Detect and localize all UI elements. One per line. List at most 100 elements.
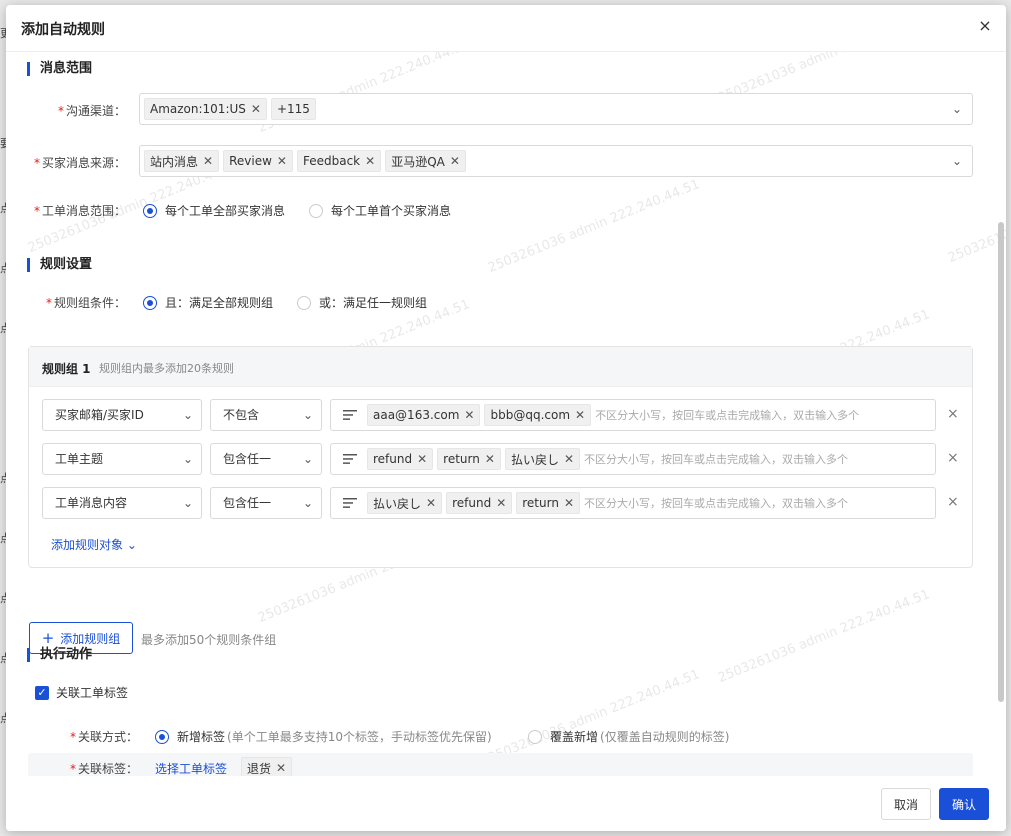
chevron-down-icon: ⌄ bbox=[302, 452, 313, 466]
remove-tag-icon[interactable]: ✕ bbox=[575, 408, 585, 422]
rule-value-input[interactable]: 払い戻し ✕ refund ✕ return ✕ 不区分大小写，按回车或点击完成输入，… bbox=[330, 487, 936, 519]
chevron-down-icon: ⌄ bbox=[182, 452, 193, 466]
radio-and-condition[interactable]: 且：满足全部规则组 bbox=[143, 294, 273, 311]
value-tag: return ✕ bbox=[516, 492, 581, 514]
radio-add-tags[interactable]: 新增标签 (单个工单最多支持10个标签，手动标签优先保留) bbox=[155, 728, 492, 745]
add-group-hint: 最多添加50个规则条件组 bbox=[141, 633, 277, 647]
remove-tag-icon[interactable]: ✕ bbox=[417, 452, 427, 466]
link-tags-label: * 关联标签： bbox=[69, 762, 138, 776]
plus-icon: + bbox=[41, 629, 55, 647]
remove-tag-icon[interactable]: ✕ bbox=[564, 496, 574, 510]
rule-operator-select[interactable]: 包含任一 ⌄ bbox=[210, 443, 322, 475]
value-tag: refund ✕ bbox=[367, 448, 434, 470]
radio-dot bbox=[155, 729, 169, 744]
radio-first-message[interactable]: 每个工单首个买家消息 bbox=[309, 202, 451, 219]
radio-dot bbox=[143, 295, 157, 310]
group-condition-label: * 规则组条件： bbox=[45, 296, 126, 310]
select-ticket-tag-link[interactable]: 选择工单标签 bbox=[155, 760, 227, 776]
remove-tag-icon[interactable]: ✕ bbox=[496, 496, 506, 510]
rule-operator-select[interactable]: 不包含 ⌄ bbox=[210, 399, 322, 431]
radio-all-messages[interactable]: 每个工单全部买家消息 bbox=[143, 202, 285, 219]
lines-icon bbox=[343, 498, 357, 508]
source-tag: 亚马逊QA ✕ bbox=[385, 150, 466, 172]
rule-field-select[interactable]: 工单消息内容 ⌄ bbox=[42, 487, 202, 519]
watermark: 2503261036 admin 222.240.44.51 bbox=[716, 587, 932, 686]
value-tag: bbb@qq.com ✕ bbox=[484, 404, 592, 426]
radio-dot bbox=[309, 203, 323, 218]
value-tag: 払い戻し ✕ bbox=[504, 448, 581, 470]
value-placeholder: 不区分大小写，按回车或点击完成输入，双击输入多个 bbox=[595, 409, 860, 422]
checkmark-icon: ✓ bbox=[35, 685, 49, 700]
value-placeholder: 不区分大小写，按回车或点击完成输入，双击输入多个 bbox=[584, 453, 849, 466]
section-title-scope: 消息范围 bbox=[27, 62, 92, 76]
value-tag: return ✕ bbox=[437, 448, 501, 470]
link-ticket-tag-checkbox[interactable]: ✓ 关联工单标签 bbox=[35, 684, 128, 701]
dialog-header: 添加自动规则 × bbox=[6, 5, 1006, 52]
watermark: 2503261036 admin 222.240.44.51 bbox=[946, 167, 1006, 266]
rule-value-input[interactable]: refund ✕ return ✕ 払い戻し ✕ 不区分大小写，按回车或点击完成输入，… bbox=[330, 443, 936, 475]
remove-tag-icon[interactable]: ✕ bbox=[276, 761, 286, 775]
chevron-down-icon: ⌄ bbox=[126, 538, 137, 552]
rule-group-header: 规则组 1 规则组内最多添加20条规则 bbox=[29, 347, 972, 387]
channel-tag: Amazon:101:US ✕ bbox=[144, 98, 267, 120]
delete-rule-icon[interactable]: × bbox=[947, 494, 959, 510]
confirm-button[interactable]: 确认 bbox=[939, 788, 989, 820]
watermark: 2503261036 admin 222.240.44.51 bbox=[486, 667, 702, 766]
section-title-rules: 规则设置 bbox=[27, 258, 92, 272]
add-rule-object-link[interactable]: 添加规则对象 ⌄ bbox=[51, 536, 137, 553]
value-tag: aaa@163.com ✕ bbox=[367, 404, 481, 426]
remove-tag-icon[interactable]: ✕ bbox=[564, 452, 574, 466]
delete-rule-icon[interactable]: × bbox=[947, 406, 959, 422]
ticket-tag: 退货 ✕ bbox=[241, 757, 293, 776]
remove-tag-icon[interactable]: ✕ bbox=[485, 452, 495, 466]
radio-dot bbox=[297, 295, 311, 310]
channel-select[interactable]: Amazon:101:US ✕ +115 ⌄ bbox=[139, 93, 973, 125]
remove-tag-icon[interactable]: ✕ bbox=[426, 496, 436, 510]
value-tag: 払い戻し ✕ bbox=[367, 492, 443, 514]
chevron-down-icon: ⌄ bbox=[302, 408, 313, 422]
delete-rule-icon[interactable]: × bbox=[947, 450, 959, 466]
source-label: * 买家消息来源： bbox=[33, 156, 126, 170]
value-tag: refund ✕ bbox=[446, 492, 513, 514]
rule-field-select[interactable]: 工单主题 ⌄ bbox=[42, 443, 202, 475]
section-title-actions: 执行动作 bbox=[27, 648, 92, 662]
lines-icon bbox=[343, 410, 357, 420]
rule-value-input[interactable]: aaa@163.com ✕ bbb@qq.com ✕ 不区分大小写，按回车或点击完成… bbox=[330, 399, 936, 431]
remove-tag-icon[interactable]: ✕ bbox=[464, 408, 474, 422]
source-select[interactable]: 站内消息 ✕ Review ✕ Feedback ✕ 亚马逊QA ✕ ⌄ bbox=[139, 145, 973, 177]
channel-label: * 沟通渠道： bbox=[57, 104, 126, 118]
source-tag: Feedback ✕ bbox=[296, 150, 382, 172]
dialog-title: 添加自动规则 bbox=[21, 22, 105, 38]
cancel-button[interactable]: 取消 bbox=[881, 788, 931, 820]
remove-tag-icon[interactable]: ✕ bbox=[277, 154, 287, 168]
remove-tag-icon[interactable]: ✕ bbox=[203, 154, 213, 168]
radio-dot bbox=[528, 729, 542, 744]
more-count-badge: +115 bbox=[270, 98, 316, 120]
link-mode-label: * 关联方式： bbox=[69, 730, 138, 744]
rule-group-title: 规则组 1 bbox=[42, 362, 91, 376]
rule-field-select[interactable]: 买家邮箱/买家ID ⌄ bbox=[42, 399, 202, 431]
remove-tag-icon[interactable]: ✕ bbox=[251, 102, 261, 116]
radio-or-condition[interactable]: 或：满足任一规则组 bbox=[297, 294, 427, 311]
value-placeholder: 不区分大小写，按回车或点击完成输入，双击输入多个 bbox=[584, 497, 849, 510]
add-auto-rule-dialog: 添加自动规则 × 2503261036 admin 222.240.44.51 … bbox=[6, 5, 1006, 831]
dialog-footer: 取消 确认 bbox=[6, 776, 1006, 831]
ticket-scope-label: * 工单消息范围： bbox=[33, 204, 126, 218]
dialog-body: 2503261036 admin 222.240.44.51 250326103… bbox=[6, 52, 1006, 776]
radio-dot bbox=[143, 203, 157, 218]
remove-tag-icon[interactable]: ✕ bbox=[450, 154, 460, 168]
vertical-scrollbar[interactable] bbox=[998, 222, 1004, 702]
chevron-down-icon: ⌄ bbox=[182, 408, 193, 422]
rule-group-hint: 规则组内最多添加20条规则 bbox=[99, 362, 234, 375]
rule-operator-select[interactable]: 包含任一 ⌄ bbox=[210, 487, 322, 519]
radio-overwrite-tags[interactable]: 覆盖新增 (仅覆盖自动规则的标签) bbox=[528, 728, 729, 745]
chevron-down-icon: ⌄ bbox=[302, 496, 313, 510]
source-tag: Review ✕ bbox=[223, 150, 293, 172]
remove-tag-icon[interactable]: ✕ bbox=[365, 154, 375, 168]
chevron-down-icon: ⌄ bbox=[182, 496, 193, 510]
close-icon[interactable]: × bbox=[976, 17, 994, 35]
lines-icon bbox=[343, 454, 357, 464]
watermark: 2503261036 admin 222.240.44.51 bbox=[486, 177, 702, 276]
chevron-down-icon: ⌄ bbox=[951, 154, 962, 168]
chevron-down-icon: ⌄ bbox=[951, 102, 962, 116]
